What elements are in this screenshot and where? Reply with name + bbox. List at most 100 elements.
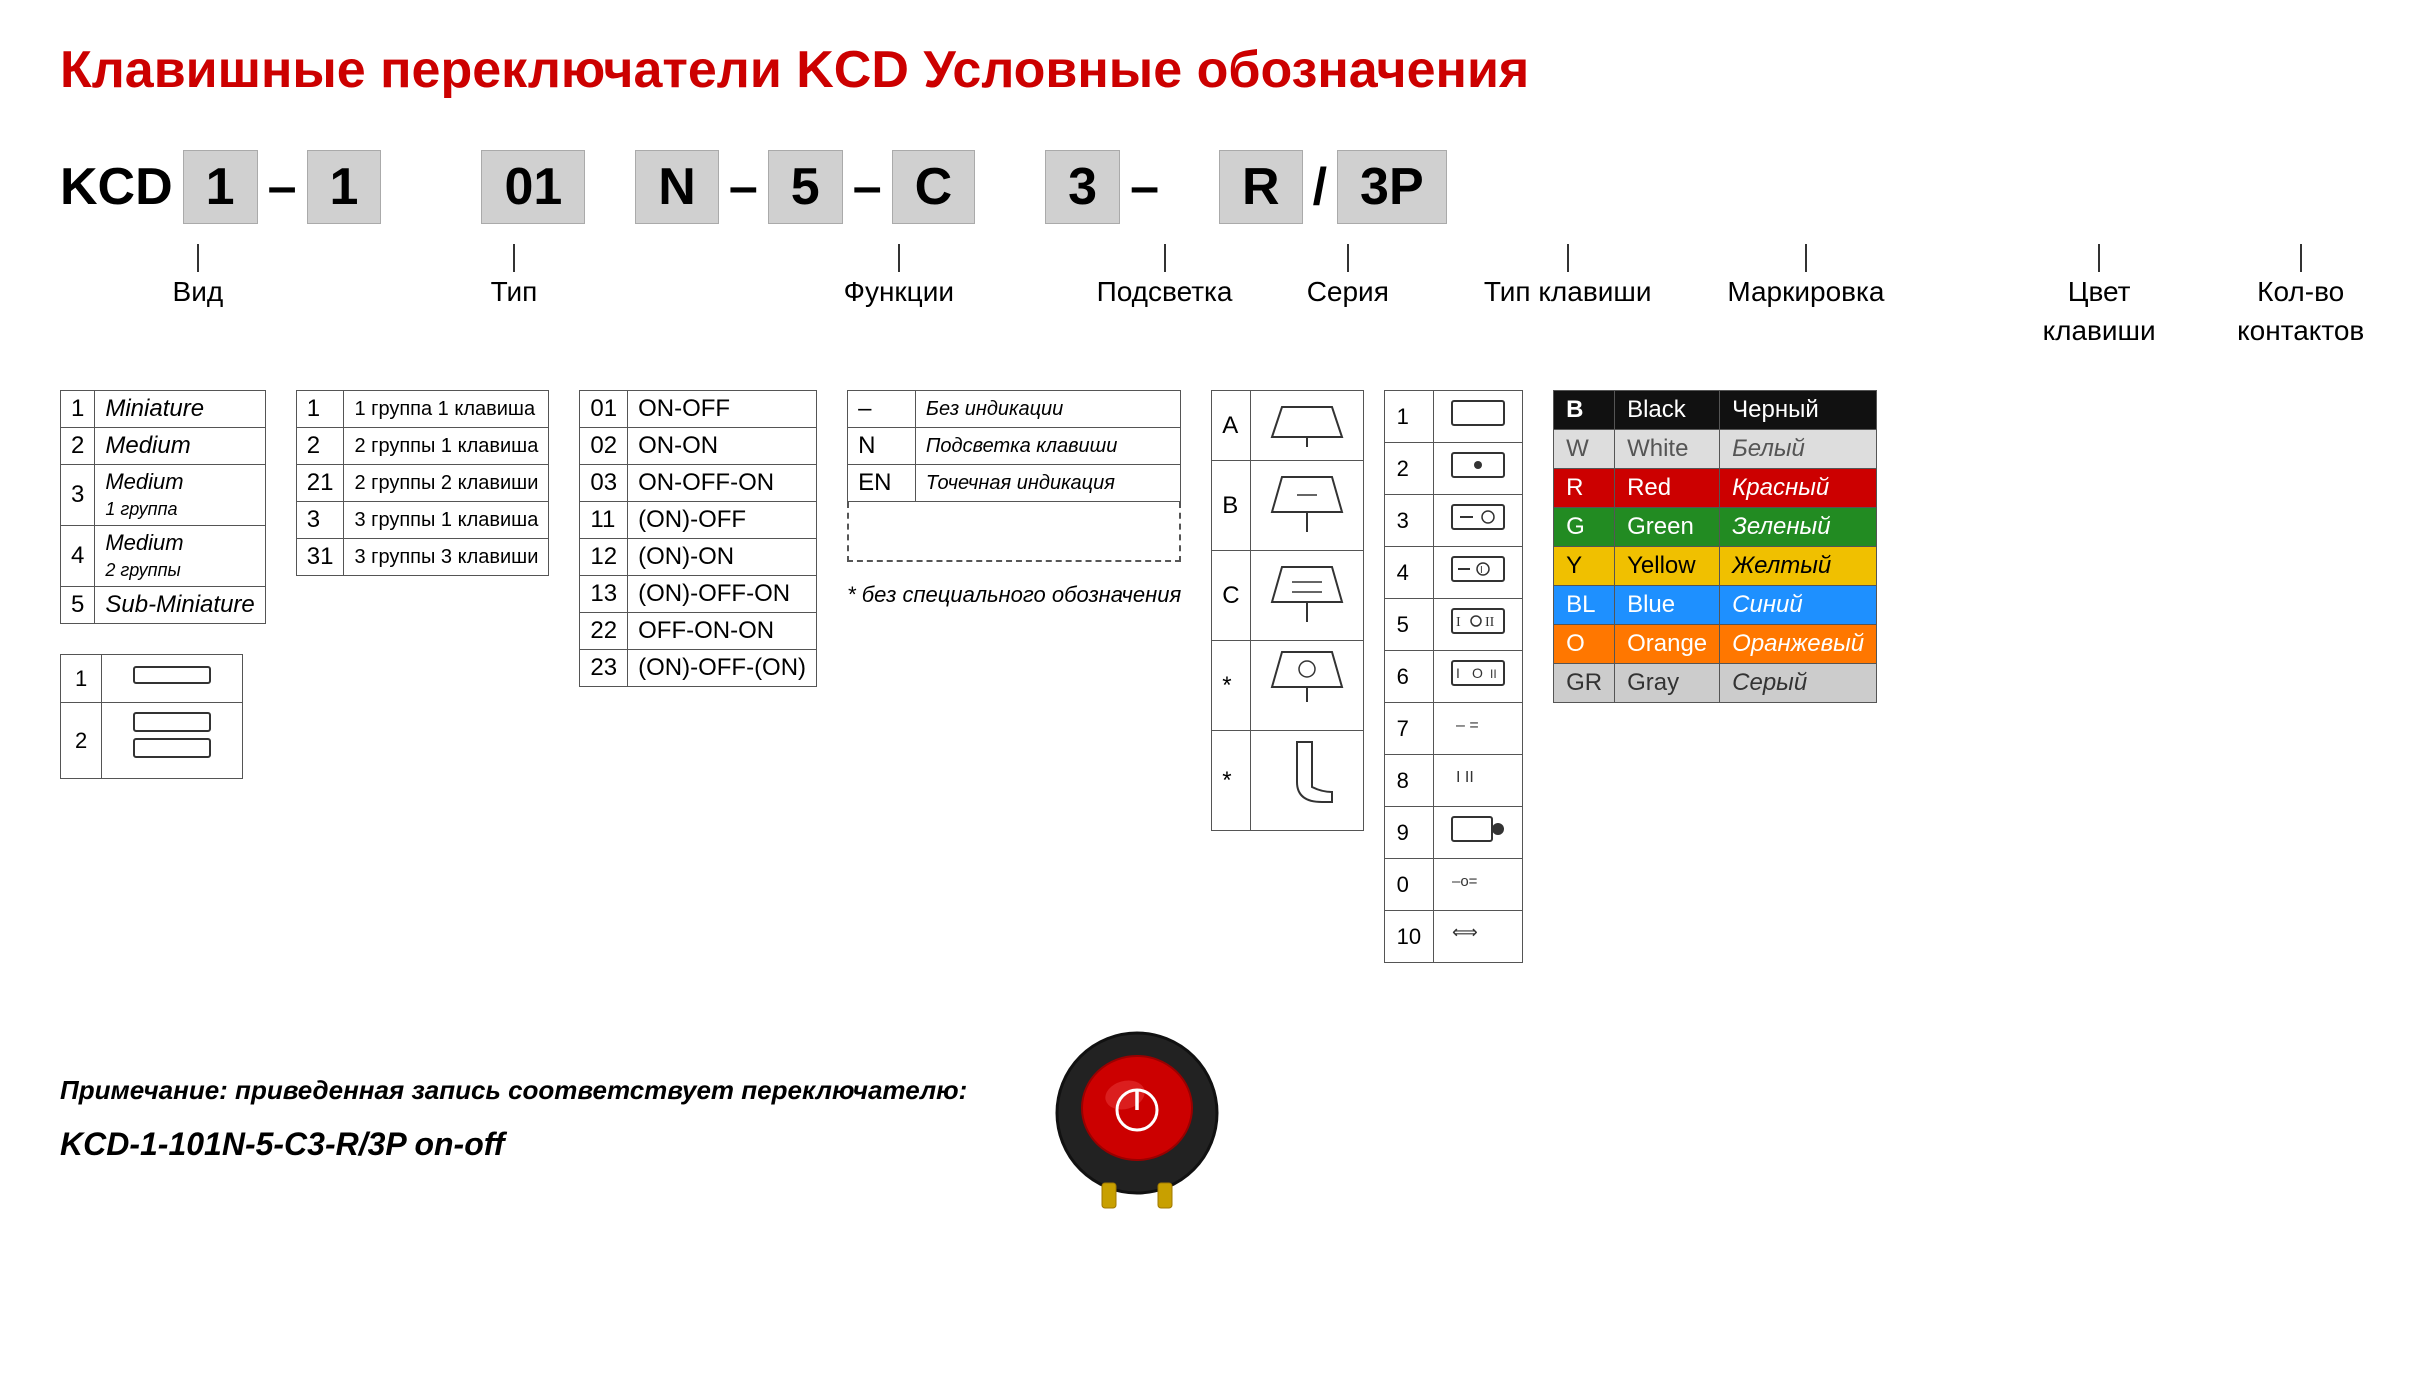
- key-type-b-icon: [1267, 467, 1347, 537]
- mark-6-icon: I O II: [1448, 657, 1508, 689]
- table-row: 10 ⟺: [1384, 911, 1522, 963]
- key-type-star2-icon: [1267, 737, 1347, 817]
- table-row: 02 ON-ON: [580, 428, 817, 465]
- tip-section: 1 1 группа 1 клавиша 2 2 группы 1 клавиш…: [296, 390, 550, 576]
- table-row: 5 I II: [1384, 599, 1522, 651]
- key-type-star1-icon: [1267, 647, 1347, 717]
- key-type-c-icon: [1267, 557, 1347, 627]
- table-row: 3 Medium1 группа: [61, 465, 266, 526]
- tip-kl-section: A B: [1211, 390, 1363, 831]
- table-row: 13 (ON)-OFF-ON: [580, 576, 817, 613]
- mark-10-icon: ⟺: [1448, 917, 1508, 949]
- table-row: 23 (ON)-OFF-(ON): [580, 650, 817, 687]
- color-table: B Black Черный W White Белый R Red Красн…: [1553, 390, 1877, 703]
- switch-image: [1037, 1013, 1237, 1220]
- code-dash-1: –: [268, 157, 297, 217]
- color-row-white: W White Белый: [1554, 430, 1877, 469]
- code-box-5: 5: [768, 150, 843, 224]
- table-row: 21 2 группы 2 клавиши: [296, 465, 549, 502]
- table-row: 0 –o=: [1384, 859, 1522, 911]
- code-box-8: R: [1219, 150, 1303, 224]
- mark-5-icon: I II: [1448, 605, 1508, 637]
- code-box-7: 3: [1045, 150, 1120, 224]
- code-box-3: 01: [481, 150, 585, 224]
- note-section: Примечание: приведенная запись соответст…: [60, 1013, 2374, 1220]
- code-box-2: 1: [307, 150, 382, 224]
- table-row: 9: [1384, 807, 1522, 859]
- table-row: C: [1212, 551, 1363, 641]
- label-tipkl: Тип клавиши: [1484, 272, 1652, 311]
- color-row-gray: GR Gray Серый: [1554, 664, 1877, 703]
- label-contacts: Кол-воконтактов: [2237, 272, 2364, 350]
- svg-text:–o=: –o=: [1452, 873, 1478, 890]
- table-row: 1: [61, 655, 243, 703]
- table-row: 2: [61, 703, 243, 779]
- svg-text:II: II: [1485, 615, 1495, 630]
- svg-text:– =: – =: [1456, 717, 1479, 734]
- mark-3-icon: [1448, 501, 1508, 533]
- table-row: 7 – =: [1384, 703, 1522, 755]
- svg-text:I: I: [1480, 565, 1483, 576]
- tip-kl-table: A B: [1211, 390, 1363, 831]
- light-table: – Без индикации N Подсветка клавиши EN Т…: [847, 390, 1181, 502]
- code-box-4: N: [635, 150, 719, 224]
- mark-9-icon: [1448, 813, 1508, 845]
- table-row: 03 ON-OFF-ON: [580, 465, 817, 502]
- table-row: 12 (ON)-ON: [580, 539, 817, 576]
- code-box-6: C: [892, 150, 976, 224]
- label-func: Функции: [844, 272, 954, 311]
- code-dash-2: –: [729, 157, 758, 217]
- code-dash-3: –: [853, 157, 882, 217]
- tip-table: 1 1 группа 1 клавиша 2 2 группы 1 клавиш…: [296, 390, 550, 576]
- label-mark: Маркировка: [1727, 272, 1884, 311]
- svg-text:I: I: [1456, 615, 1461, 630]
- color-row-yellow: Y Yellow Желтый: [1554, 547, 1877, 586]
- table-row: – Без индикации: [848, 391, 1181, 428]
- labels-row: Вид Тип Функции Подсветка Серия Тип клав…: [60, 244, 2374, 350]
- svg-text:I II: I II: [1456, 769, 1474, 786]
- label-color: Цвет клавиши: [2007, 272, 2190, 350]
- vid-section: 1 Miniature 2 Medium 3 Medium1 группа 4 …: [60, 390, 266, 779]
- table-row: 2 2 группы 1 клавиша: [296, 428, 549, 465]
- switch-svg-icon: [1037, 1013, 1237, 1213]
- table-row: 2: [1384, 443, 1522, 495]
- svg-text:I: I: [1456, 665, 1460, 681]
- code-slash: /: [1313, 157, 1327, 217]
- code-dash-4: –: [1130, 157, 1159, 217]
- label-vid: Вид: [173, 272, 224, 311]
- mark-2-icon: [1448, 449, 1508, 481]
- code-box-9: 3P: [1337, 150, 1447, 224]
- color-row-green: G Green Зеленый: [1554, 508, 1877, 547]
- table-row: EN Точечная индикация: [848, 465, 1181, 502]
- table-row: 3: [1384, 495, 1522, 547]
- mark-table: 1 2 3: [1384, 390, 1523, 963]
- table-row: A: [1212, 391, 1363, 461]
- svg-text:⟺: ⟺: [1452, 922, 1478, 942]
- func-section: 01 ON-OFF 02 ON-ON 03 ON-OFF-ON 11 (ON)-…: [579, 390, 817, 687]
- table-row: 4 I: [1384, 547, 1522, 599]
- table-row: 31 3 группы 3 клавиши: [296, 539, 549, 576]
- table-row: 4 Medium2 группы: [61, 526, 266, 587]
- table-row: 22 OFF-ON-ON: [580, 613, 817, 650]
- table-row: 8 I II: [1384, 755, 1522, 807]
- mark-1-icon: [1448, 397, 1508, 429]
- table-row: 1 1 группа 1 клавиша: [296, 391, 549, 428]
- table-row: 6 I O II: [1384, 651, 1522, 703]
- main-content: 1 Miniature 2 Medium 3 Medium1 группа 4 …: [60, 390, 2374, 963]
- code-box-1: 1: [183, 150, 258, 224]
- table-row: 01 ON-OFF: [580, 391, 817, 428]
- color-section: B Black Черный W White Белый R Red Красн…: [1553, 390, 1877, 703]
- svg-text:O: O: [1472, 665, 1483, 681]
- table-row: 5 Sub-Miniature: [61, 587, 266, 624]
- table-row: 3 3 группы 1 клавиша: [296, 502, 549, 539]
- key-type-a-icon: [1267, 397, 1347, 447]
- code-line: KCD 1 – 1 01 N – 5 – C 3 – R / 3P: [60, 150, 2374, 224]
- label-tip: Тип: [491, 272, 538, 311]
- vid-table: 1 Miniature 2 Medium 3 Medium1 группа 4 …: [60, 390, 266, 624]
- table-row: N Подсветка клавиши: [848, 428, 1181, 465]
- func-table: 01 ON-OFF 02 ON-ON 03 ON-OFF-ON 11 (ON)-…: [579, 390, 817, 687]
- note-code: KCD-1-101N-5-C3-R/3P on-off: [60, 1126, 967, 1163]
- page-title: Клавишные переключатели KCD Условные обо…: [60, 40, 2374, 100]
- mark-4-icon: I: [1448, 553, 1508, 585]
- marking-section: 1 2 3: [1384, 390, 1523, 963]
